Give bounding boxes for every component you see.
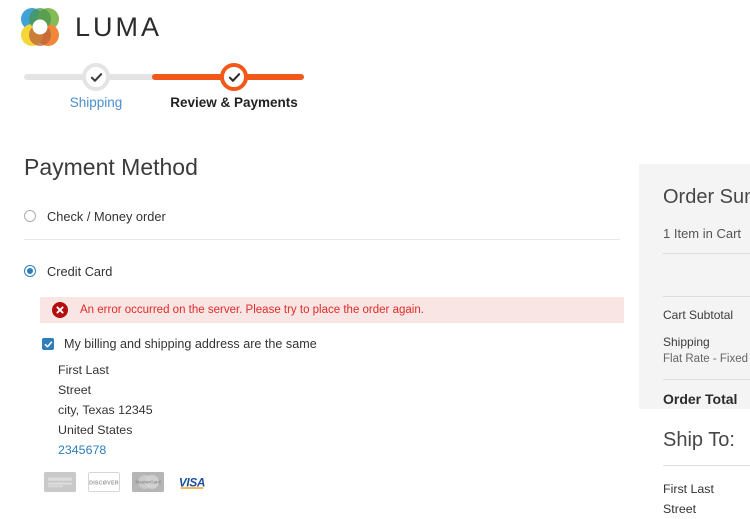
svg-text:DISCØVER: DISCØVER <box>89 481 119 487</box>
brand-name[interactable]: LUMA <box>75 12 162 43</box>
page-title: Payment Method <box>24 154 198 180</box>
ship-to-name: First Last <box>663 482 714 496</box>
payment-option-check-label: Check / Money order <box>47 208 166 224</box>
ship-to-rule <box>663 465 750 466</box>
order-summary-rule-top <box>663 253 750 254</box>
order-summary-shipping-label: Shipping <box>663 335 710 349</box>
payment-option-check-money-order[interactable]: Check / Money order <box>0 206 640 226</box>
svg-text:MasterCard: MasterCard <box>135 480 160 485</box>
progress-step-shipping-label[interactable]: Shipping <box>70 95 123 110</box>
error-message-banner: An error occurred on the server. Please … <box>40 297 624 323</box>
visa-icon: VISA <box>176 472 208 492</box>
radio-credit-card[interactable] <box>24 265 36 277</box>
billing-address-name: First Last <box>58 363 109 377</box>
discover-icon: DISCØVER <box>88 472 120 492</box>
order-summary-total-label: Order Total <box>663 391 738 407</box>
order-summary-item-count[interactable]: 1 Item in Cart <box>663 226 750 241</box>
checkbox-billing-same-as-shipping[interactable] <box>42 338 54 350</box>
billing-address-street: Street <box>58 383 92 397</box>
billing-same-as-shipping-label: My billing and shipping address are the … <box>64 337 317 351</box>
progress-step-shipping-circle <box>82 63 110 91</box>
check-icon <box>90 72 102 82</box>
progress-step-review-circle <box>220 63 248 91</box>
american-express-icon <box>44 472 76 492</box>
billing-address-phone-link[interactable]: 2345678 <box>58 440 640 460</box>
order-summary-panel: Order Sum 1 Item in Cart Cart Subtotal S… <box>639 164 750 409</box>
luma-flower-logo-icon[interactable] <box>18 5 62 49</box>
order-summary-rule-mid <box>663 296 750 297</box>
accepted-credit-cards: DISCØVER MasterCard VISA <box>44 471 640 493</box>
progress-step-review-label[interactable]: Review & Payments <box>170 95 298 110</box>
payment-method-section: Payment Method Check / Money order Credi… <box>0 150 640 493</box>
checkout-progress-bar: Shipping Review & Payments <box>0 58 400 116</box>
payment-options-divider <box>24 239 620 240</box>
order-summary-title: Order Sum <box>663 186 750 208</box>
error-message-text: An error occurred on the server. Please … <box>80 304 424 316</box>
order-summary-row-subtotal: Cart Subtotal <box>663 307 750 324</box>
check-icon <box>228 72 240 82</box>
billing-address-country: United States <box>58 423 133 437</box>
order-summary-rule-bottom <box>663 379 750 380</box>
mastercard-icon: MasterCard <box>132 472 164 492</box>
payment-option-credit-card[interactable]: Credit Card <box>0 261 640 281</box>
ship-to-title: Ship To: <box>663 429 735 451</box>
billing-address-city-state-zip: city, Texas 12345 <box>58 403 153 417</box>
billing-same-as-shipping-row[interactable]: My billing and shipping address are the … <box>42 337 640 351</box>
order-summary-subtotal-label: Cart Subtotal <box>663 308 734 322</box>
ship-to-street: Street <box>663 502 697 516</box>
ship-to-panel: Ship To: First Last Street <box>639 409 750 519</box>
order-summary-shipping-method: Flat Rate - Fixed <box>663 353 748 365</box>
error-x-icon <box>52 302 68 318</box>
order-summary-row-shipping: Shipping Flat Rate - Fixed <box>663 334 750 367</box>
page-header: LUMA <box>0 0 750 54</box>
payment-option-credit-card-label: Credit Card <box>47 263 113 279</box>
radio-check-money-order[interactable] <box>24 210 36 222</box>
billing-address-block: First Last Street city, Texas 12345 Unit… <box>58 360 640 460</box>
order-sidebar: Order Sum 1 Item in Cart Cart Subtotal S… <box>639 164 750 519</box>
